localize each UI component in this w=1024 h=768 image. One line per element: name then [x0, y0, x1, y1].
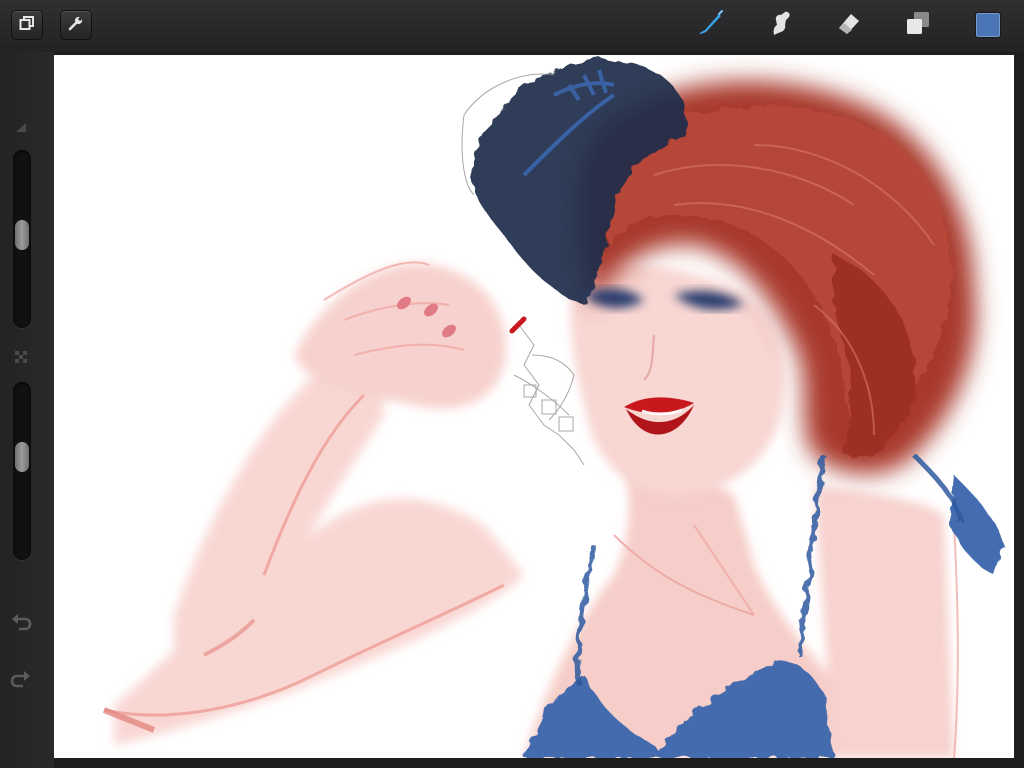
color-swatch[interactable]: [975, 12, 1001, 38]
opacity-thumb[interactable]: [15, 441, 29, 472]
brush-size-slider[interactable]: [13, 150, 31, 328]
gallery-icon: [19, 15, 35, 35]
layers-tool[interactable]: [900, 8, 936, 42]
gallery-button[interactable]: [11, 10, 43, 40]
brush-size-thumb[interactable]: [15, 219, 29, 250]
drawing-canvas[interactable]: [54, 55, 1014, 758]
smudge-tool[interactable]: [762, 8, 798, 42]
eraser-icon: [833, 8, 863, 42]
eraser-tool[interactable]: [830, 8, 866, 42]
size-indicator-icon: [10, 116, 32, 138]
wrench-icon: [68, 15, 84, 35]
painting: [102, 59, 1004, 758]
redo-button[interactable]: [10, 669, 32, 691]
brush-icon: [695, 8, 725, 42]
opacity-slider[interactable]: [13, 382, 31, 560]
left-sidebar: [0, 52, 54, 768]
opacity-indicator-icon: [10, 346, 32, 368]
undo-icon: [10, 611, 32, 635]
top-toolbar: [0, 0, 1024, 52]
smudge-icon: [765, 8, 795, 42]
brush-tool[interactable]: [692, 8, 728, 42]
actions-button[interactable]: [60, 10, 92, 40]
layers-icon: [903, 8, 933, 42]
redo-icon: [10, 668, 32, 692]
undo-button[interactable]: [10, 612, 32, 634]
